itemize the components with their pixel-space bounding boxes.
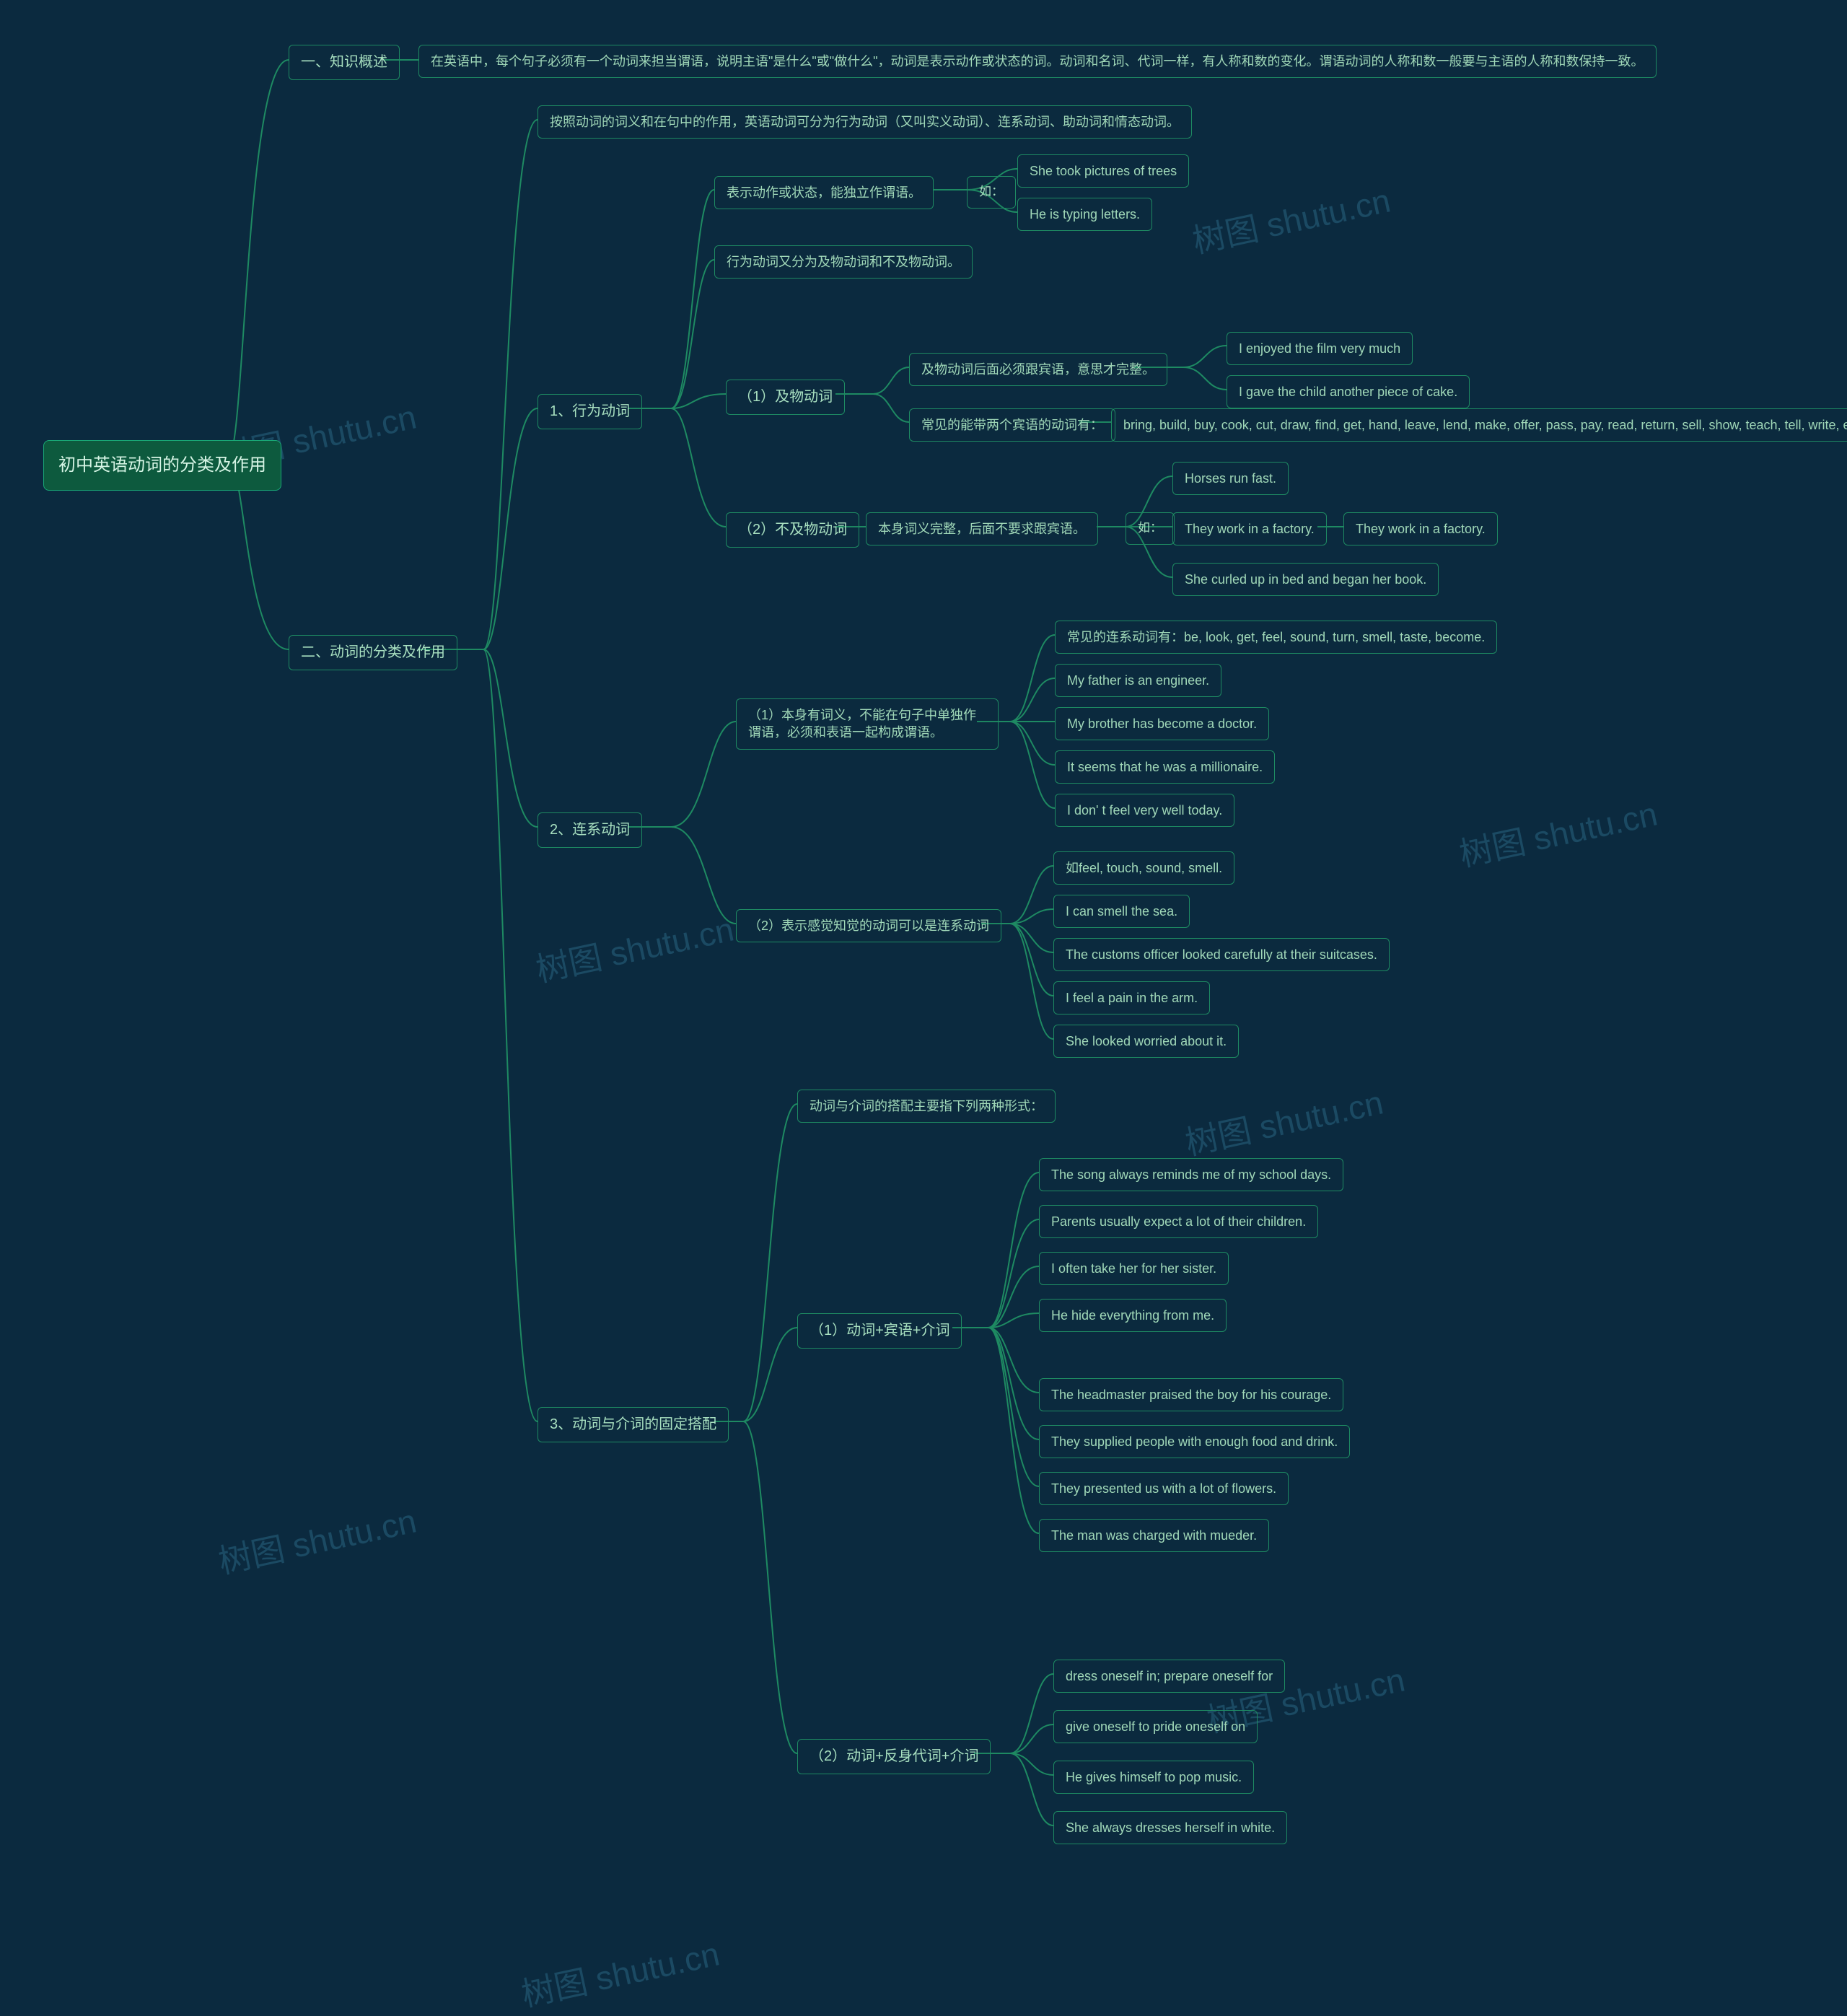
g2-2-l1: 如feel, touch, sound, smell. xyxy=(1053,851,1234,885)
g3-1-l1: Parents usually expect a lot of their ch… xyxy=(1039,1205,1318,1238)
g2-2-title: （2）表示感觉知觉的动词可以是连系动词 xyxy=(736,909,1001,942)
g2-2-l2: I can smell the sea. xyxy=(1053,895,1190,928)
g3-2-l2: He gives himself to pop music. xyxy=(1053,1761,1254,1794)
g3-1-l7: The man was charged with mueder. xyxy=(1039,1519,1269,1552)
g1-2-ex2: They work in a factory. xyxy=(1172,512,1327,545)
s2-intro: 按照动词的词义和在句中的作用，英语动词可分为行为动词（又叫实义动词）、连系动词、… xyxy=(538,105,1192,139)
g1-2-title[interactable]: （2）不及物动词 xyxy=(726,512,859,548)
g2-2-l5: She looked worried about it. xyxy=(1053,1025,1239,1058)
g1-2-a: 本身词义完整，后面不要求跟宾语。 xyxy=(866,512,1098,545)
g1-1-b-list: bring, build, buy, cook, cut, draw, find… xyxy=(1111,408,1847,442)
g1-2-ex2b: They work in a factory. xyxy=(1343,512,1498,545)
g2-title[interactable]: 2、连系动词 xyxy=(538,812,642,848)
g1-2-link: 如： xyxy=(1126,512,1175,545)
g3-2-l0: dress oneself in; prepare oneself for xyxy=(1053,1660,1285,1693)
g1-1-a-ex1: I enjoyed the film very much xyxy=(1227,332,1413,365)
g3-1-l4: The headmaster praised the boy for his c… xyxy=(1039,1378,1343,1411)
g3-1-l6: They presented us with a lot of flowers. xyxy=(1039,1472,1289,1505)
g3-2-l1: give oneself to pride oneself on xyxy=(1053,1710,1258,1743)
connector-lines xyxy=(0,0,1847,1996)
g2-1-l4: It seems that he was a millionaire. xyxy=(1055,750,1275,784)
g1-title[interactable]: 1、行为动词 xyxy=(538,394,642,429)
g2-1-title: （1）本身有词义，不能在句子中单独作谓语，必须和表语一起构成谓语。 xyxy=(736,698,999,750)
g2-2-l4: I feel a pain in the arm. xyxy=(1053,981,1210,1014)
g3-1-l5: They supplied people with enough food an… xyxy=(1039,1425,1350,1458)
g1-2-ex3: She curled up in bed and began her book. xyxy=(1172,563,1439,596)
g2-1-l3: My brother has become a doctor. xyxy=(1055,707,1269,740)
g3-intro: 动词与介词的搭配主要指下列两种形式： xyxy=(797,1090,1056,1123)
g1-1-a-ex2: I gave the child another piece of cake. xyxy=(1227,375,1470,408)
g3-1-l0: The song always reminds me of my school … xyxy=(1039,1158,1343,1191)
g2-1-l5: I don' t feel very well today. xyxy=(1055,794,1234,827)
g1-b: 行为动词又分为及物动词和不及物动词。 xyxy=(714,245,973,279)
g1-a-link: 如： xyxy=(967,176,1016,209)
mindmap-canvas: 树图 shutu.cn 树图 shutu.cn 树图 shutu.cn 树图 s… xyxy=(0,0,1847,1996)
g1-a-ex1: She took pictures of trees xyxy=(1017,154,1189,188)
g3-2-title[interactable]: （2）动词+反身代词+介词 xyxy=(797,1739,991,1774)
section1-text: 在英语中，每个句子必须有一个动词来担当谓语，说明主语"是什么"或"做什么"，动词… xyxy=(418,45,1657,78)
g3-1-l2: I often take her for her sister. xyxy=(1039,1252,1229,1285)
g3-1-l3: He hide everything from me. xyxy=(1039,1299,1227,1332)
g1-1-a: 及物动词后面必须跟宾语，意思才完整。 xyxy=(909,353,1167,386)
root-node[interactable]: 初中英语动词的分类及作用 xyxy=(43,440,281,491)
section1-title[interactable]: 一、知识概述 xyxy=(289,45,400,80)
g1-1-title[interactable]: （1）及物动词 xyxy=(726,380,845,415)
g1-a: 表示动作或状态，能独立作谓语。 xyxy=(714,176,934,209)
g2-1-l2: My father is an engineer. xyxy=(1055,664,1221,697)
g2-1-l1: 常见的连系动词有：be, look, get, feel, sound, tur… xyxy=(1055,621,1497,654)
g3-2-l3: She always dresses herself in white. xyxy=(1053,1811,1287,1844)
g3-1-title[interactable]: （1）动词+宾语+介词 xyxy=(797,1313,962,1349)
g2-2-l3: The customs officer looked carefully at … xyxy=(1053,938,1390,971)
section2-title[interactable]: 二、动词的分类及作用 xyxy=(289,635,457,670)
g1-a-ex2: He is typing letters. xyxy=(1017,198,1152,231)
g1-1-b: 常见的能带两个宾语的动词有： xyxy=(909,408,1115,442)
g1-2-ex1: Horses run fast. xyxy=(1172,462,1289,495)
g3-title[interactable]: 3、动词与介词的固定搭配 xyxy=(538,1407,729,1442)
